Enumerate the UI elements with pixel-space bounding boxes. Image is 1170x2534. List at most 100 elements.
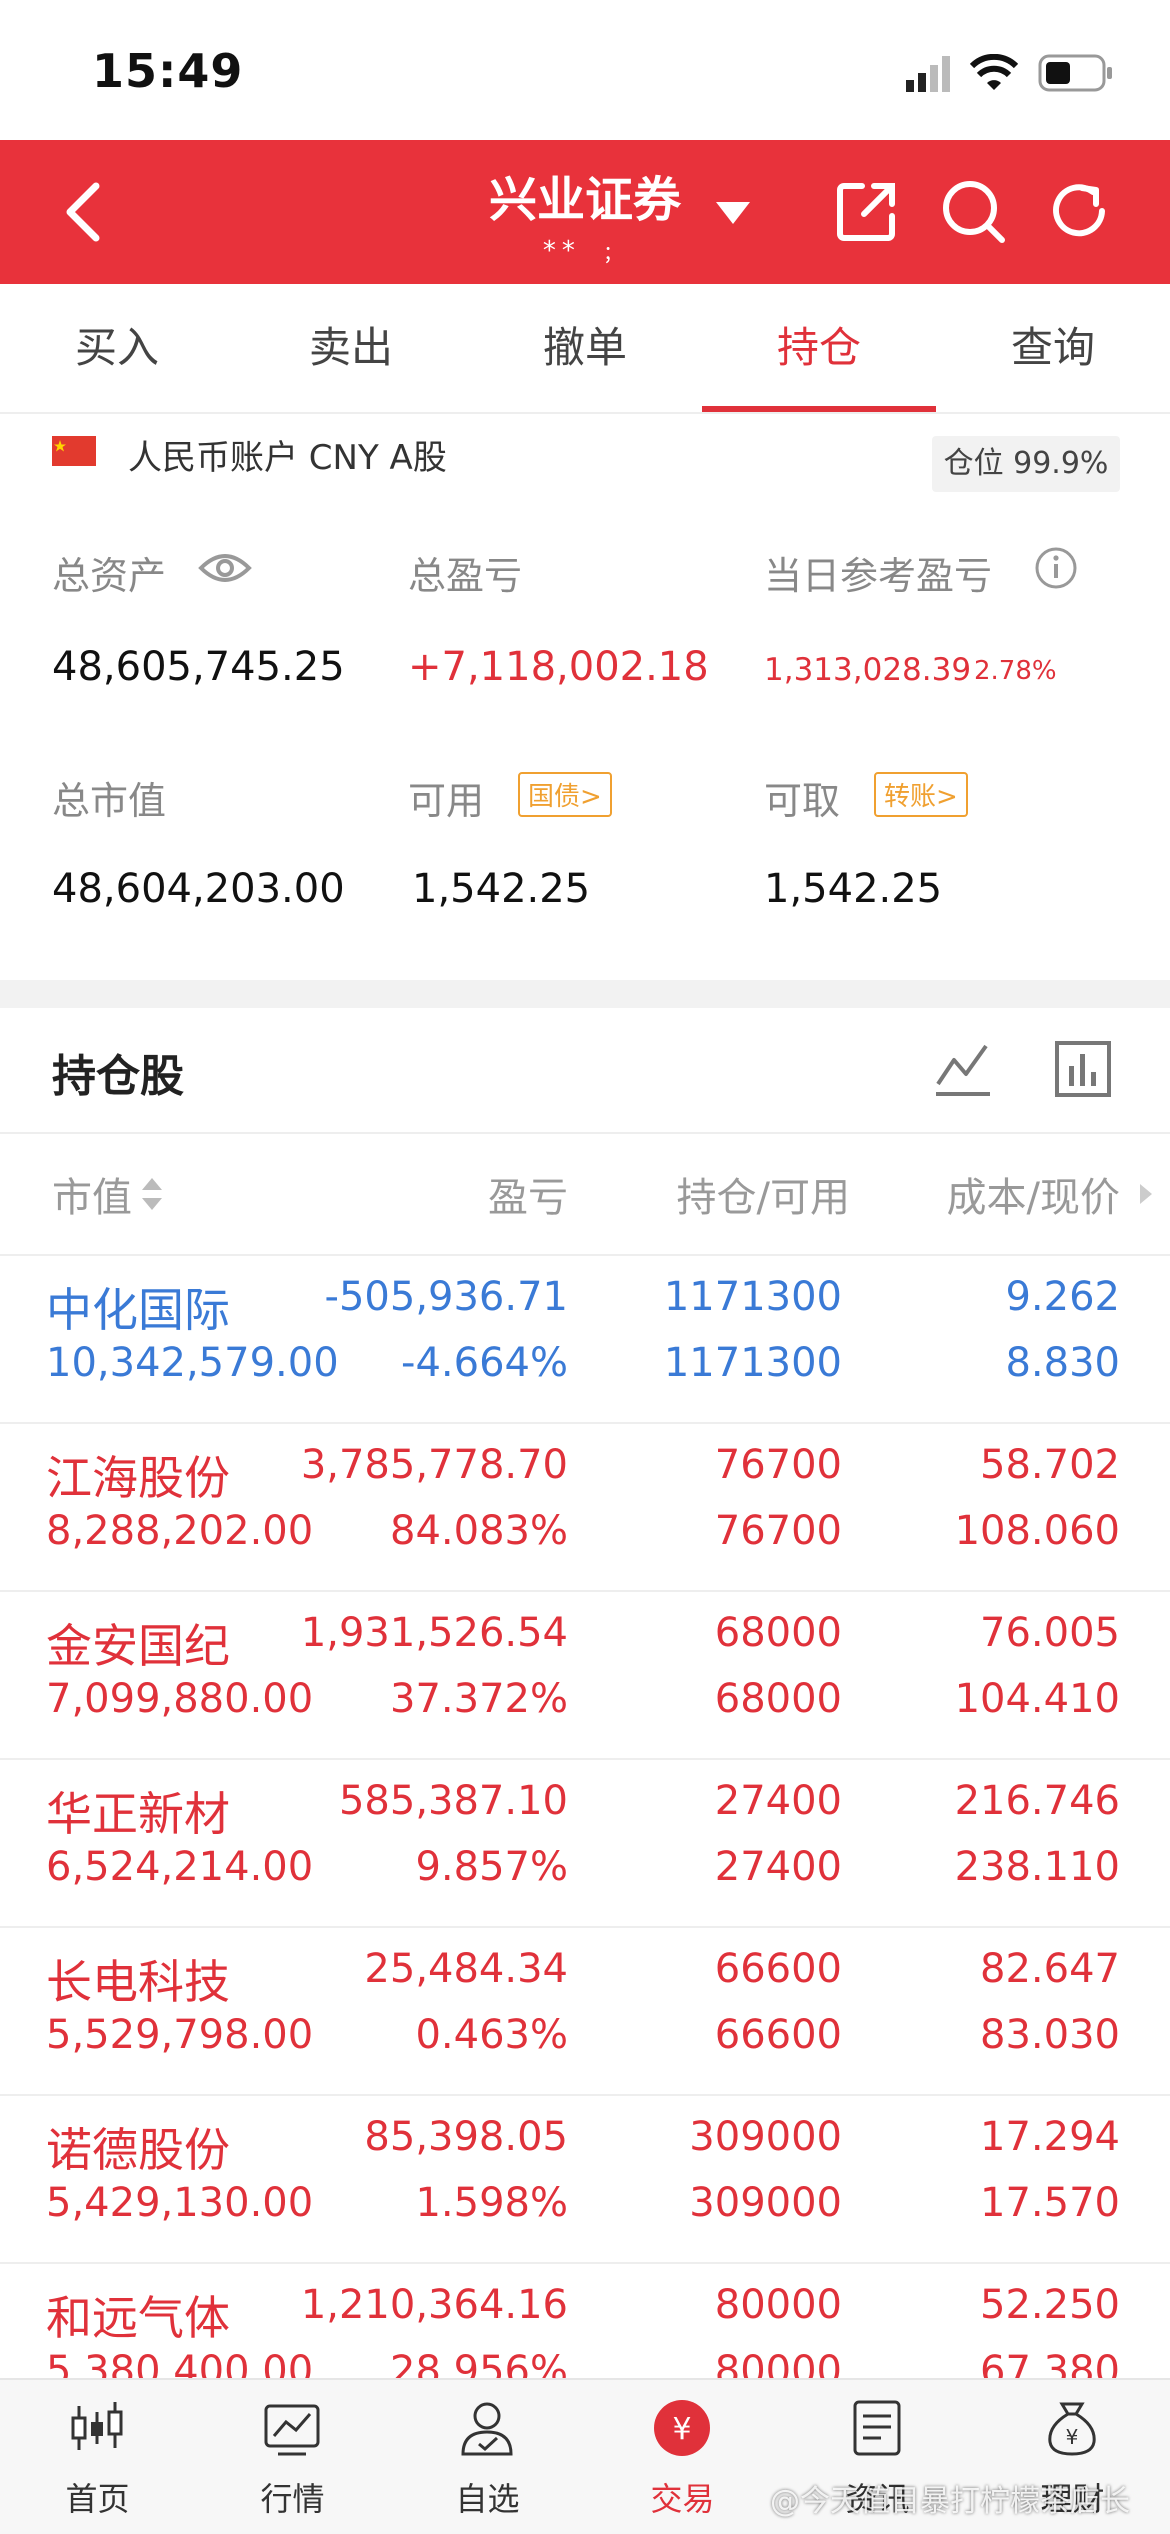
wifi-icon: [969, 53, 1019, 92]
stock-name: 诺德股份: [46, 2123, 230, 2177]
stock-price: 108.060: [954, 1508, 1120, 1554]
stock-market-value: 6,524,214.00: [46, 1844, 314, 1890]
col-position[interactable]: 持仓/可用: [620, 1165, 850, 1223]
stock-cost: 58.702: [980, 1442, 1120, 1488]
nav-home[interactable]: 首页: [0, 2380, 195, 2534]
tab-cancel[interactable]: 撤单: [468, 284, 702, 412]
nav-market[interactable]: 行情: [195, 2380, 390, 2534]
money-bag-icon: ¥: [1042, 2398, 1102, 2458]
market-value: 48,604,203.00: [52, 866, 345, 912]
stock-position: 80000: [714, 2282, 842, 2328]
transfer-link[interactable]: 转账>: [874, 772, 968, 817]
stock-position: 66600: [714, 1946, 842, 1992]
stock-pl: 85,398.05: [364, 2114, 568, 2160]
tab-query[interactable]: 查询: [936, 284, 1170, 412]
stock-cost: 17.294: [980, 2114, 1120, 2160]
stock-name: 金安国纪: [46, 1619, 230, 1673]
stock-market-value: 5,380,400.00: [46, 2348, 314, 2378]
holdings-list: 中化国际 10,342,579.00 -505,936.71 -4.664% 11713…: [0, 1254, 1170, 2378]
stock-position: 68000: [714, 1610, 842, 1656]
holding-row[interactable]: 华正新材 6,524,214.00 585,387.10 9.857% 27400 274…: [0, 1758, 1170, 1928]
stock-name: 中化国际: [46, 1283, 230, 1337]
stock-pl-pct: 9.857%: [415, 1844, 568, 1890]
stock-pl-pct: 84.083%: [390, 1508, 568, 1554]
nav-watchlist-label: 自选: [455, 2480, 520, 2518]
holding-row[interactable]: 长电科技 5,529,798.00 25,484.34 0.463% 66600 6660…: [0, 1926, 1170, 2096]
stock-cost: 76.005: [980, 1610, 1120, 1656]
total-assets-value: 48,605,745.25: [52, 644, 345, 690]
chevron-down-icon[interactable]: [714, 198, 752, 228]
stock-position: 27400: [714, 1778, 842, 1824]
nav-home-label: 首页: [65, 2480, 130, 2518]
battery-icon: [1038, 54, 1114, 92]
stock-market-value: 8,288,202.00: [46, 1508, 314, 1554]
stock-available: 76700: [714, 1508, 842, 1554]
stock-name: 长电科技: [46, 1955, 230, 2009]
sort-icon[interactable]: [140, 1176, 164, 1212]
stock-price: 238.110: [954, 1844, 1120, 1890]
stock-price: 104.410: [954, 1676, 1120, 1722]
signal-icon: [906, 56, 952, 92]
app-header: 兴业证券 ** ﹔: [0, 140, 1170, 284]
nav-watchlist[interactable]: 自选: [390, 2380, 585, 2534]
watermark: @今天值目暴打柠檬茶店长: [770, 2484, 1130, 2519]
eye-icon[interactable]: [198, 548, 252, 588]
available-value: 1,542.25: [412, 866, 591, 912]
withdrawable-value: 1,542.25: [764, 866, 943, 912]
search-icon[interactable]: [940, 178, 1006, 244]
stock-cost: 52.250: [980, 2282, 1120, 2328]
stock-cost: 9.262: [1005, 1274, 1120, 1320]
tab-holdings[interactable]: 持仓: [702, 284, 936, 412]
stock-pl-pct: 0.463%: [415, 2012, 568, 2058]
chevron-right-icon[interactable]: [1136, 1180, 1156, 1208]
stock-cost: 82.647: [980, 1946, 1120, 1992]
holding-row[interactable]: 中化国际 10,342,579.00 -505,936.71 -4.664% 11713…: [0, 1254, 1170, 1424]
stock-price: 17.570: [980, 2180, 1120, 2226]
stock-name: 江海股份: [46, 1451, 230, 1505]
trade-tabs: 买入 卖出 撤单 持仓 查询: [0, 284, 1170, 414]
refresh-icon[interactable]: [1046, 178, 1112, 244]
svg-text:¥: ¥: [1066, 2425, 1079, 2449]
status-bar: 15:49: [0, 0, 1170, 140]
daily-pl-label: 当日参考盈亏: [764, 554, 993, 598]
treasury-bond-link[interactable]: 国债>: [518, 772, 612, 817]
line-chart-icon[interactable]: [934, 1040, 992, 1098]
stock-pl: -505,936.71: [324, 1274, 568, 1320]
stock-market-value: 10,342,579.00: [46, 1340, 339, 1386]
market-chart-icon: [262, 2398, 322, 2458]
candlestick-icon: [67, 2398, 127, 2458]
stock-price: 8.830: [1005, 1340, 1120, 1386]
holding-row[interactable]: 诺德股份 5,429,130.00 85,398.05 1.598% 309000 309…: [0, 2094, 1170, 2264]
daily-pl-pct: 2.78%: [974, 656, 1057, 686]
total-assets-label: 总资产: [52, 554, 167, 598]
yuan-coin-icon: ¥: [652, 2398, 712, 2458]
account-label[interactable]: 人民币账户 CNY A股: [128, 430, 447, 479]
holding-row[interactable]: 和远气体 5,380,400.00 1,210,364.16 28.956% 80000…: [0, 2262, 1170, 2378]
stock-pl-pct: -4.664%: [401, 1340, 568, 1386]
stock-available: 80000: [714, 2348, 842, 2378]
stock-name: 和远气体: [46, 2291, 230, 2345]
stock-pl: 3,785,778.70: [300, 1442, 568, 1488]
market-value-label: 总市值: [52, 779, 167, 823]
info-icon[interactable]: [1034, 546, 1078, 590]
bar-chart-icon[interactable]: [1054, 1040, 1112, 1098]
tab-sell[interactable]: 卖出: [234, 284, 468, 412]
tab-buy[interactable]: 买入: [0, 284, 234, 412]
stock-pl-pct: 28.956%: [390, 2348, 568, 2378]
col-pl[interactable]: 盈亏: [380, 1165, 568, 1223]
stock-position: 1171300: [663, 1274, 842, 1320]
col-cost-price[interactable]: 成本/现价: [890, 1165, 1120, 1223]
holding-row[interactable]: 金安国纪 7,099,880.00 1,931,526.54 37.372% 68000…: [0, 1590, 1170, 1760]
stock-name: 华正新材: [46, 1787, 230, 1841]
stock-pl: 1,210,364.16: [300, 2282, 568, 2328]
holdings-title: 持仓股: [52, 1051, 184, 1102]
section-divider: [0, 980, 1170, 1008]
stock-price: 67.380: [980, 2348, 1120, 2378]
stock-pl: 1,931,526.54: [300, 1610, 568, 1656]
nav-trade[interactable]: ¥ 交易: [585, 2380, 780, 2534]
stock-price: 83.030: [980, 2012, 1120, 2058]
col-market-value[interactable]: 市值: [52, 1165, 132, 1223]
stock-available: 309000: [689, 2180, 842, 2226]
holding-row[interactable]: 江海股份 8,288,202.00 3,785,778.70 84.083% 76700…: [0, 1422, 1170, 1592]
share-icon[interactable]: [836, 180, 898, 242]
